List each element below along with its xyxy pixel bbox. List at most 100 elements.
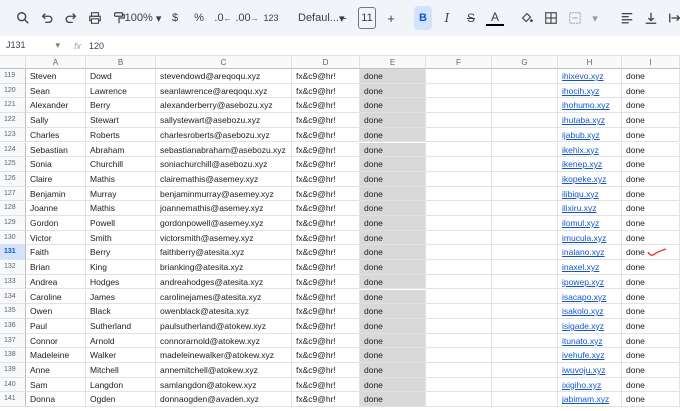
cell-c[interactable]: madeleinewalker@atokew.xyz [156,348,292,363]
website-link[interactable]: ilomul.xyz [562,218,599,228]
cell-e[interactable]: done [360,304,426,319]
horizontal-align-icon[interactable] [618,6,636,30]
cell-i[interactable]: done [622,171,680,187]
cell-a[interactable]: Sonia [26,157,86,172]
increase-decimal-button[interactable]: .00 → [235,6,258,30]
cell-c[interactable]: stevendowd@areqoqu.xyz [156,69,292,84]
cell-g[interactable] [492,127,558,143]
fill-color-icon[interactable] [518,6,536,30]
column-header-i[interactable]: I [622,56,680,69]
cell-d[interactable]: fx&c9@hr! [292,157,360,172]
website-link[interactable]: ikehix.xyz [562,145,599,155]
cell-h[interactable]: ipowep.xyz [558,274,622,290]
cell-c[interactable]: sallystewart@asebozu.xyz [156,113,292,128]
cell-f[interactable] [426,245,492,261]
cell-d[interactable]: fx&c9@hr! [292,245,360,261]
row-header[interactable]: 130 [0,230,26,246]
cell-a[interactable]: Sam [26,377,86,393]
cell-e[interactable]: done [360,83,426,99]
cell-b[interactable]: Mitchell [86,363,156,378]
cell-e[interactable]: done [360,274,426,290]
cell-d[interactable]: fx&c9@hr! [292,98,360,114]
cell-i[interactable]: done [622,142,680,158]
cell-f[interactable] [426,377,492,393]
cell-f[interactable] [426,83,492,99]
cell-f[interactable] [426,113,492,128]
cell-g[interactable] [492,260,558,275]
cell-e[interactable]: done [360,216,426,231]
cell-a[interactable]: Sebastian [26,142,86,158]
cell-g[interactable] [492,171,558,187]
cell-d[interactable]: fx&c9@hr! [292,304,360,319]
row-header[interactable]: 122 [0,113,26,128]
cell-i[interactable]: done [622,318,680,334]
cell-a[interactable]: Madeleine [26,348,86,363]
cell-d[interactable]: fx&c9@hr! [292,127,360,143]
website-link[interactable]: ijabub.xyz [562,130,600,140]
row-header[interactable]: 135 [0,304,26,319]
cell-a[interactable]: Brian [26,260,86,275]
row-header[interactable]: 132 [0,260,26,275]
search-menus-icon[interactable] [14,6,32,30]
cell-f[interactable] [426,216,492,231]
cell-b[interactable]: Langdon [86,377,156,393]
cell-c[interactable]: benjaminmurray@asemey.xyz [156,186,292,202]
cell-g[interactable] [492,304,558,319]
cell-d[interactable]: fx&c9@hr! [292,318,360,334]
cell-h[interactable]: isacapo.xyz [558,289,622,305]
cell-f[interactable] [426,260,492,275]
cell-e[interactable]: done [360,245,426,261]
cell-h[interactable]: imucula.xyz [558,230,622,246]
cell-a[interactable]: Andrea [26,274,86,290]
cell-c[interactable]: joannemathis@asemey.xyz [156,201,292,216]
row-header[interactable]: 138 [0,348,26,363]
cell-g[interactable] [492,348,558,363]
cell-c[interactable]: gordonpowell@asemey.xyz [156,216,292,231]
cell-h[interactable]: ilomul.xyz [558,216,622,231]
cell-b[interactable]: Ogden [86,392,156,408]
cell-i[interactable]: done [622,113,680,128]
cell-i[interactable]: done [622,216,680,231]
cell-h[interactable]: ihixevo.xyz [558,69,622,84]
column-header-c[interactable]: C [156,56,292,69]
cell-d[interactable]: fx&c9@hr! [292,377,360,393]
cell-f[interactable] [426,230,492,246]
cell-g[interactable] [492,83,558,99]
cell-g[interactable] [492,186,558,202]
cell-e[interactable]: done [360,171,426,187]
cell-c[interactable]: samlangdon@atokew.xyz [156,377,292,393]
cell-h[interactable]: ikenep.xyz [558,157,622,172]
cell-e[interactable]: done [360,289,426,305]
cell-b[interactable]: Murray [86,186,156,202]
column-header-h[interactable]: H [558,56,622,69]
cell-d[interactable]: fx&c9@hr! [292,363,360,378]
cell-i[interactable]: done [622,186,680,202]
font-select[interactable]: Defaul... ▾ [294,6,345,30]
cell-d[interactable]: fx&c9@hr! [292,289,360,305]
website-link[interactable]: itunato.xyz [562,336,603,346]
cell-h[interactable]: ikopeke.xyz [558,171,622,187]
cell-c[interactable]: brianking@atesita.xyz [156,260,292,275]
cell-f[interactable] [426,201,492,216]
cell-i[interactable]: done [622,69,680,84]
cell-g[interactable] [492,318,558,334]
website-link[interactable]: iwuvoju.xyz [562,365,605,375]
cell-d[interactable]: fx&c9@hr! [292,333,360,349]
merge-cells-icon[interactable] [566,6,584,30]
website-link[interactable]: inaxel.xyz [562,262,599,272]
cell-f[interactable] [426,289,492,305]
cell-f[interactable] [426,171,492,187]
cell-h[interactable]: jabimam.xyz [558,392,622,408]
cell-g[interactable] [492,69,558,84]
cell-e[interactable]: done [360,260,426,275]
vertical-align-icon[interactable] [642,6,660,30]
cell-h[interactable]: ixigiho.xyz [558,377,622,393]
row-header[interactable]: 141 [0,392,26,408]
cell-e[interactable]: done [360,363,426,378]
cell-b[interactable]: Churchill [86,157,156,172]
percent-button[interactable]: % [190,6,208,30]
cell-d[interactable]: fx&c9@hr! [292,392,360,408]
cell-d[interactable]: fx&c9@hr! [292,216,360,231]
website-link[interactable]: inalano.xyz [562,247,605,257]
more-formats-button[interactable]: 123 [262,6,280,30]
